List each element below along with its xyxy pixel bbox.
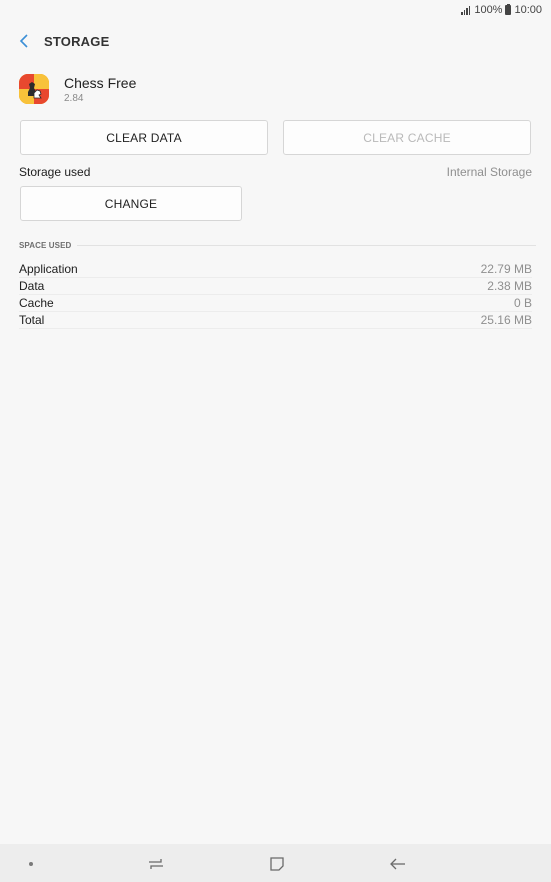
chess-app-icon: [19, 74, 49, 104]
usage-label: Application: [19, 262, 78, 276]
usage-label: Cache: [19, 296, 54, 310]
app-bar: STORAGE: [0, 28, 551, 54]
usage-row-cache: Cache 0 B: [19, 295, 532, 312]
usage-row-application: Application 22.79 MB: [19, 261, 532, 278]
back-arrow-icon[interactable]: [388, 854, 408, 874]
status-bar: 100% 10:00: [0, 0, 551, 20]
usage-row-total: Total 25.16 MB: [19, 312, 532, 329]
battery-icon: [505, 3, 512, 15]
chevron-left-icon[interactable]: [12, 29, 36, 53]
usage-value: 22.79 MB: [480, 262, 532, 276]
usage-value: 25.16 MB: [480, 313, 532, 327]
usage-label: Data: [19, 279, 45, 293]
navigation-bar: [0, 844, 551, 882]
storage-location: Internal Storage: [446, 165, 532, 179]
app-info: Chess Free 2.84: [19, 72, 136, 106]
storage-used-label: Storage used: [19, 165, 91, 179]
usage-value: 2.38 MB: [487, 279, 532, 293]
space-used-section-header: SPACE USED: [19, 239, 536, 251]
change-storage-button[interactable]: CHANGE: [20, 186, 242, 221]
app-name: Chess Free: [64, 74, 137, 91]
dot-icon[interactable]: [21, 854, 41, 874]
usage-row-data: Data 2.38 MB: [19, 278, 532, 295]
clear-cache-button[interactable]: CLEAR CACHE: [283, 120, 531, 155]
recent-apps-icon[interactable]: [146, 854, 166, 874]
home-icon[interactable]: [267, 854, 287, 874]
storage-used-row: Storage used Internal Storage: [19, 164, 532, 180]
clear-data-button[interactable]: CLEAR DATA: [20, 120, 268, 155]
signal-icon: [461, 5, 471, 15]
app-version: 2.84: [64, 92, 84, 104]
divider: [77, 244, 536, 246]
page-title: STORAGE: [44, 33, 110, 49]
space-used-list: Application 22.79 MB Data 2.38 MB Cache …: [19, 261, 532, 329]
usage-label: Total: [19, 313, 45, 327]
section-label: SPACE USED: [19, 240, 72, 250]
usage-value: 0 B: [513, 296, 532, 310]
storage-screen: 100% 10:00 STORAGE Chess Free 2.84 CLEAR…: [0, 0, 551, 882]
battery-percent: 100%: [474, 4, 503, 16]
clock: 10:00: [514, 4, 542, 16]
